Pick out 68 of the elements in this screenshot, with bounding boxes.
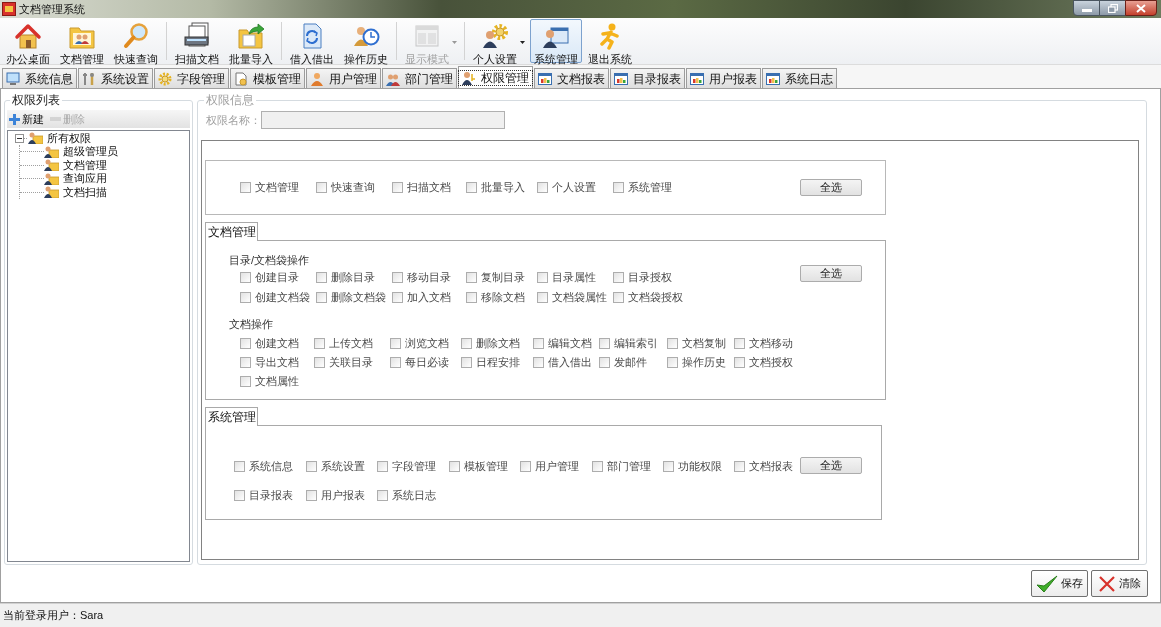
folder-arrow-icon	[237, 22, 265, 50]
tools-icon	[82, 71, 96, 86]
tab[interactable]: 模板管理	[230, 68, 305, 88]
plus-icon	[9, 113, 20, 125]
toolbar-button[interactable]: 操作历史	[340, 19, 392, 63]
tree-item[interactable]: 超级管理员	[63, 145, 118, 159]
tab[interactable]: 系统日志	[762, 68, 837, 88]
people-folder-icon	[44, 172, 59, 185]
clear-button[interactable]: 清除	[1091, 570, 1148, 597]
chart-window-icon	[766, 71, 780, 86]
app-icon	[2, 2, 16, 16]
save-button[interactable]: 保存	[1031, 570, 1088, 597]
scanner-icon	[183, 22, 211, 50]
tab[interactable]: 用户管理	[306, 68, 381, 88]
people-folder-icon	[44, 145, 59, 158]
people-folder-icon	[44, 186, 59, 199]
person-icon	[310, 71, 324, 86]
toolbar-button[interactable]: 系统管理	[530, 19, 582, 63]
search-icon	[122, 22, 150, 50]
toolbar-button[interactable]: 批量导入	[225, 19, 277, 63]
house-icon	[14, 22, 42, 50]
toolbar-button[interactable]: 文档管理	[56, 19, 108, 63]
minimize-icon	[1081, 9, 1092, 12]
toolbar-button[interactable]: 快速查询	[110, 19, 162, 63]
tree-item[interactable]: 查询应用	[63, 172, 107, 186]
toolbar-button[interactable]: 借入借出	[286, 19, 338, 63]
tab[interactable]: 系统设置	[78, 68, 153, 88]
new-button[interactable]: 新建	[9, 112, 44, 126]
close-icon	[1136, 3, 1146, 13]
toolbar-button[interactable]: 退出系统	[584, 19, 636, 63]
tab[interactable]: 权限管理	[458, 66, 533, 88]
window-layout-icon	[413, 22, 441, 50]
people-folder-icon	[28, 132, 43, 144]
chart-window-icon	[538, 71, 552, 86]
monitor-icon	[6, 71, 20, 86]
check-icon	[1036, 573, 1058, 594]
gear-icon	[158, 71, 172, 86]
minimize-button[interactable]	[1073, 0, 1100, 16]
person-gear-icon	[481, 22, 509, 50]
status-text: 当前登录用户：Sara	[3, 609, 104, 622]
people-folder-icon	[44, 159, 59, 172]
chart-window-icon	[614, 71, 628, 86]
tab[interactable]: 字段管理	[154, 68, 229, 88]
tab[interactable]: 目录报表	[610, 68, 685, 88]
tab[interactable]: 文档报表	[534, 68, 609, 88]
close-button[interactable]	[1125, 0, 1157, 16]
group-title: 权限列表	[11, 93, 61, 107]
tree-item[interactable]: 文档管理	[63, 158, 107, 172]
window-title: 文档管理系统	[19, 2, 85, 16]
group-title: 权限信息	[205, 93, 255, 107]
collapse-icon[interactable]	[15, 133, 24, 143]
restore-button[interactable]	[1100, 0, 1125, 16]
toolbar-button[interactable]: 个人设置	[469, 19, 528, 63]
toolbar-button[interactable]: 扫描文档	[171, 19, 223, 63]
toolbar-button[interactable]: 办公桌面	[2, 19, 54, 63]
chart-window-icon	[690, 71, 704, 86]
group-heading: 目录/文档袋操作	[229, 253, 311, 267]
close-icon	[1098, 574, 1116, 593]
tab[interactable]: 用户报表	[686, 68, 761, 88]
document-icon	[234, 71, 248, 86]
tree-item[interactable]: 所有权限	[47, 131, 91, 145]
tree-item[interactable]: 文档扫描	[63, 185, 107, 199]
tab[interactable]: 部门管理	[382, 68, 457, 88]
person-key-icon	[462, 70, 476, 85]
restore-icon	[1107, 3, 1118, 13]
group-heading: 文档操作	[229, 317, 274, 331]
field-label: 权限名称：	[206, 113, 261, 127]
tab[interactable]: 系统信息	[2, 68, 77, 88]
